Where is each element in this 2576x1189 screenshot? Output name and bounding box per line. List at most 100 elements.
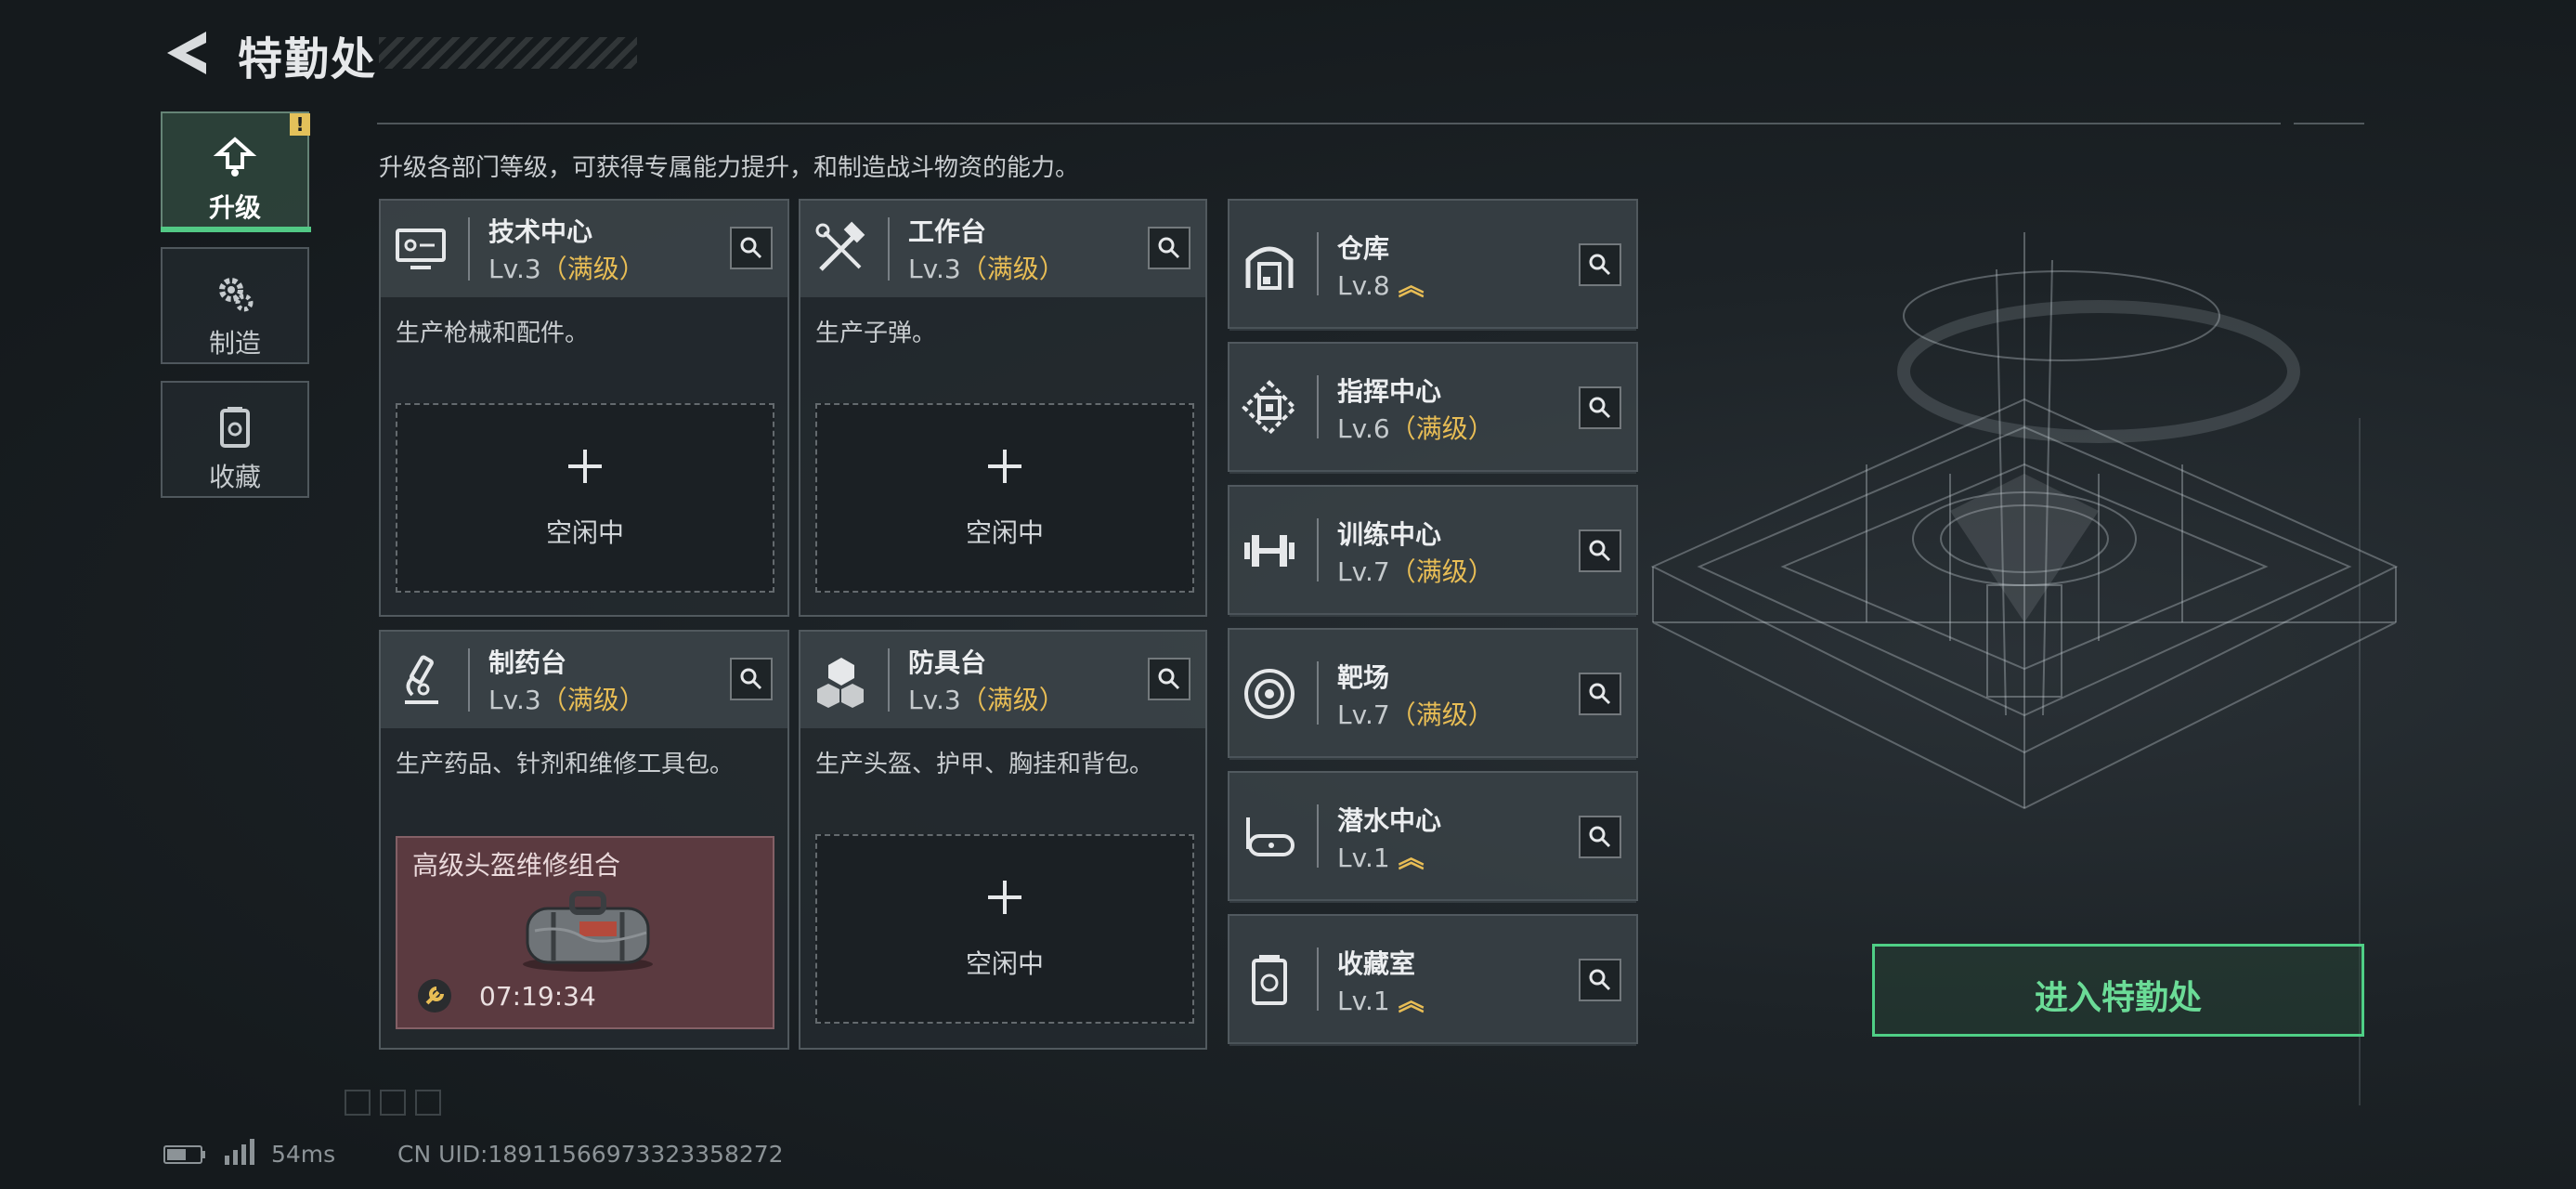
upgrade-available-icon: ︽	[1398, 270, 1425, 301]
tools-icon	[815, 221, 865, 271]
crafting-in-progress[interactable]: 高级头盔维修组合 07:19:34	[396, 836, 774, 1029]
separator	[888, 217, 890, 281]
facility-card-warehouse[interactable]: 仓库 Lv.8 ︽	[1228, 199, 1638, 331]
inspect-button[interactable]	[1148, 227, 1190, 269]
tab-upgrade[interactable]: 升级	[161, 111, 309, 229]
separator	[1317, 804, 1319, 868]
facility-level: Lv.1 ︽	[1337, 986, 1425, 1016]
facility-card-tech-center[interactable]: 技术中心 Lv.3（满级） 生产枪械和配件。 空闲中	[379, 199, 789, 617]
facility-card-command-center[interactable]: 指挥中心 Lv.6（满级）	[1228, 342, 1638, 474]
plus-icon	[988, 881, 1021, 914]
upgrade-available-icon: ︽	[1398, 843, 1425, 873]
page-title: 特勤处	[238, 33, 378, 85]
search-icon	[740, 237, 762, 259]
facility-name: 技术中心	[488, 216, 593, 247]
monitor-icon	[396, 229, 446, 269]
active-tab-indicator	[161, 227, 311, 232]
facility-level: Lv.1 ︽	[1337, 843, 1425, 873]
gear-icon	[219, 278, 254, 312]
warehouse-icon	[1245, 246, 1294, 290]
plus-icon	[988, 450, 1021, 483]
alert-badge: !	[290, 113, 310, 136]
facility-card-diving-center[interactable]: 潜水中心 Lv.1 ︽	[1228, 771, 1638, 903]
tab-craft[interactable]: 制造	[161, 247, 309, 364]
facility-card-shooting-range[interactable]: 靶场 Lv.7（满级）	[1228, 628, 1638, 760]
target-icon	[1244, 669, 1295, 719]
title-decoration	[379, 37, 637, 69]
facility-description: 生产子弹。	[815, 320, 937, 347]
microscope-icon	[405, 655, 438, 704]
production-slot[interactable]: 空闲中	[396, 403, 774, 593]
facility-card-pharmacy[interactable]: 制药台 Lv.3（满级） 生产药品、针剂和维修工具包。 高级头盔维修组合 07:…	[379, 630, 789, 1050]
ping-readout: 54ms	[271, 1141, 336, 1168]
upgrade-available-icon: ︽	[1398, 986, 1425, 1016]
signal-icon	[225, 1139, 254, 1165]
search-icon	[1158, 237, 1180, 259]
plus-icon	[568, 450, 602, 483]
wrench-icon	[418, 979, 451, 1013]
facility-card-workbench[interactable]: 工作台 Lv.3（满级） 生产子弹。 空闲中	[799, 199, 1207, 617]
facility-level: Lv.7（满级）	[1337, 699, 1494, 730]
search-icon	[740, 668, 762, 690]
inspect-button[interactable]	[1148, 658, 1190, 700]
facility-description: 生产药品、针剂和维修工具包。	[396, 751, 735, 778]
facility-level: Lv.3（满级）	[908, 685, 1065, 715]
repair-kit-bag-image	[523, 891, 653, 972]
facility-name: 制药台	[488, 647, 567, 678]
facility-name: 潜水中心	[1337, 805, 1442, 836]
separator	[1317, 232, 1319, 295]
production-slot[interactable]: 空闲中	[815, 403, 1194, 593]
search-icon	[1158, 668, 1180, 690]
facility-name: 指挥中心	[1337, 376, 1442, 407]
separator	[1317, 947, 1319, 1011]
command-icon	[1242, 380, 1297, 436]
production-slot[interactable]: 空闲中	[815, 834, 1194, 1024]
dumbbell-icon	[1244, 535, 1295, 567]
separator	[1317, 518, 1319, 581]
crafting-timer: 07:19:34	[479, 981, 596, 1012]
facility-level: Lv.8 ︽	[1337, 270, 1425, 301]
separator	[1317, 661, 1319, 725]
tab-label: 升级	[208, 192, 261, 223]
search-icon	[1589, 826, 1611, 848]
search-icon	[1589, 969, 1611, 991]
facility-card-training-center[interactable]: 训练中心 Lv.7（满级）	[1228, 485, 1638, 617]
separator	[468, 648, 470, 712]
facility-name: 工作台	[908, 216, 987, 247]
search-icon	[1589, 254, 1611, 276]
enter-special-ops-button[interactable]: 进入特勤处	[1872, 944, 2364, 1037]
diving-mask-icon	[1246, 817, 1295, 856]
search-icon	[1589, 540, 1611, 562]
separator	[468, 217, 470, 281]
crafting-item-name: 高级头盔维修组合	[412, 850, 621, 881]
battery-icon	[163, 1145, 205, 1164]
facility-level: Lv.3（满级）	[488, 254, 645, 284]
facility-level: Lv.6（满级）	[1337, 413, 1494, 444]
separator	[1317, 375, 1319, 438]
slot-status: 空闲中	[545, 517, 624, 548]
facility-name: 靶场	[1337, 662, 1390, 693]
base-hologram-illustration	[1650, 232, 2399, 810]
collection-icon	[1252, 955, 1287, 1005]
facility-name: 收藏室	[1337, 948, 1416, 979]
inspect-button[interactable]	[730, 227, 773, 269]
back-arrow-icon[interactable]	[160, 28, 212, 78]
divider	[2294, 123, 2364, 124]
search-icon	[1589, 683, 1611, 705]
armor-icon	[817, 658, 864, 708]
facility-name: 仓库	[1337, 233, 1390, 264]
tab-collection[interactable]: 收藏	[161, 381, 309, 498]
inspect-button[interactable]	[1579, 959, 1621, 1001]
upgrade-icon	[213, 137, 257, 176]
slot-status: 空闲中	[965, 948, 1044, 979]
facility-level: Lv.7（满级）	[1337, 556, 1494, 587]
facility-description: 生产头盔、护甲、胸挂和背包。	[815, 751, 1154, 778]
tab-label: 收藏	[208, 462, 261, 492]
collection-icon	[220, 407, 250, 448]
facility-card-collection-room[interactable]: 收藏室 Lv.1 ︽	[1228, 914, 1638, 1046]
inspect-button[interactable]	[730, 658, 773, 700]
facility-name: 训练中心	[1337, 519, 1442, 550]
facility-card-armor-bench[interactable]: 防具台 Lv.3（满级） 生产头盔、护甲、胸挂和背包。 空闲中	[799, 630, 1207, 1050]
search-icon	[1589, 397, 1611, 419]
facility-level: Lv.3（满级）	[908, 254, 1065, 284]
